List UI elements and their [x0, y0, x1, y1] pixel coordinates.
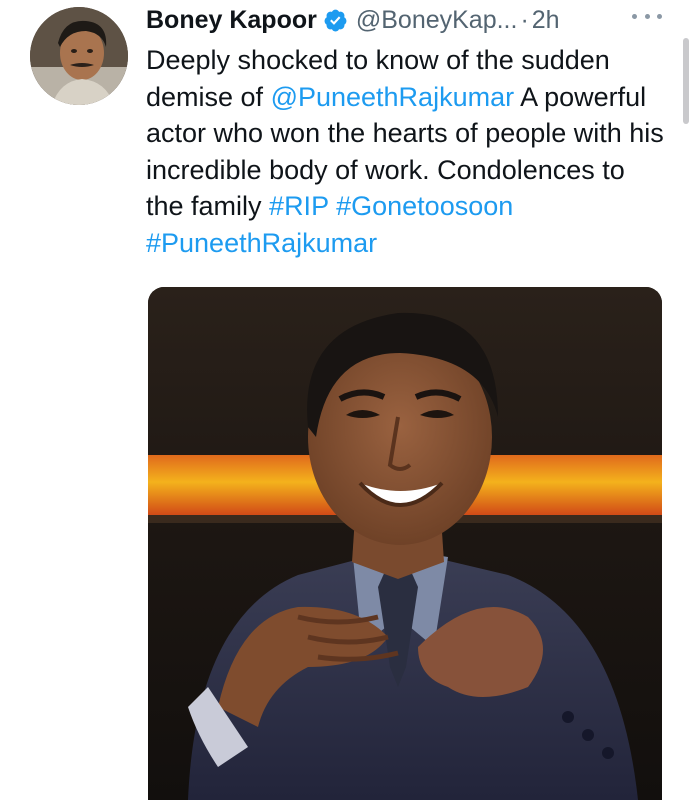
- tweet-timestamp[interactable]: 2h: [532, 6, 560, 35]
- tweet-header: Boney Kapoor @BoneyKap... · 2h: [146, 2, 560, 38]
- tweet-text: Deeply shocked to know of the sudden dem…: [146, 42, 666, 261]
- tweet-text-segment: [329, 191, 337, 221]
- photo-illustration: [148, 287, 662, 800]
- header-separator: ·: [520, 5, 529, 34]
- hashtag-link[interactable]: #RIP: [269, 191, 329, 221]
- avatar-photo: [30, 7, 128, 105]
- hashtag-link[interactable]: #PuneethRajkumar: [146, 228, 377, 258]
- author-display-name[interactable]: Boney Kapoor: [146, 6, 317, 35]
- hashtag-link[interactable]: #Gonetoosoon: [336, 191, 513, 221]
- tweet[interactable]: Boney Kapoor @BoneyKap... · 2h Deeply sh…: [0, 0, 693, 800]
- ellipsis-dot: [632, 13, 637, 19]
- tweet-media-photo[interactable]: [148, 287, 662, 800]
- ellipsis-dot: [644, 13, 650, 19]
- mention-link[interactable]: @PuneethRajkumar: [271, 82, 515, 112]
- author-avatar[interactable]: [30, 7, 128, 105]
- scrollbar-thumb[interactable]: [683, 38, 689, 124]
- author-handle[interactable]: @BoneyKap...: [356, 6, 518, 35]
- ellipsis-icon[interactable]: [632, 6, 662, 26]
- verified-badge-icon: [323, 8, 348, 33]
- ellipsis-dot: [657, 13, 662, 19]
